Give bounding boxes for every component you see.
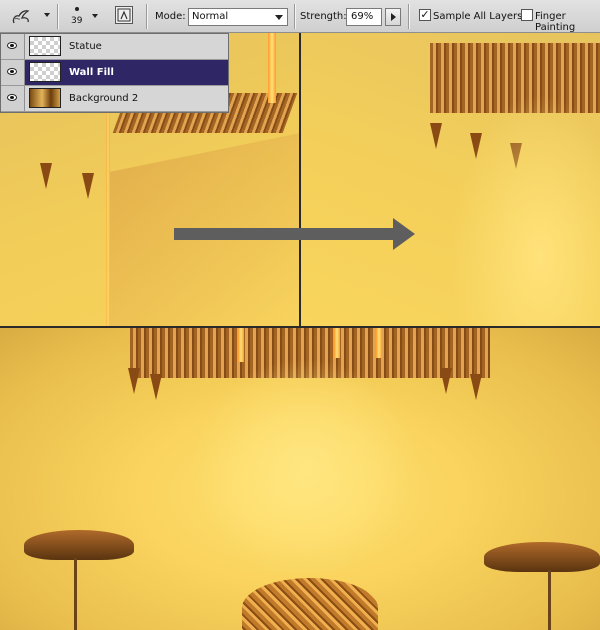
canvas-after	[300, 33, 600, 327]
lamp-glow	[238, 328, 244, 362]
layers-panel: Statue Wall Fill Background 2	[0, 33, 229, 113]
finger-painting-checkbox[interactable]	[521, 9, 533, 21]
mode-value: Normal	[192, 11, 229, 22]
separator	[57, 4, 58, 29]
right-arrow-head	[393, 218, 415, 250]
lamp-bowl-right	[484, 542, 600, 572]
layer-name: Wall Fill	[69, 67, 114, 78]
brush-panel-toggle-button[interactable]	[115, 6, 133, 24]
visibility-toggle[interactable]	[1, 86, 25, 111]
eye-icon	[7, 42, 17, 49]
chevron-down-icon[interactable]	[92, 14, 98, 18]
layer-thumbnail	[29, 88, 61, 108]
ornament-drip	[40, 163, 52, 189]
separator	[294, 4, 295, 29]
strength-slider-button[interactable]	[385, 8, 401, 26]
layer-row-statue[interactable]: Statue	[1, 34, 228, 60]
smoothed-wall	[190, 358, 420, 578]
lamp-stand-right	[548, 570, 551, 630]
strength-label: Strength:	[300, 11, 347, 22]
eye-icon	[7, 94, 17, 101]
layer-thumbnail	[29, 62, 61, 82]
mode-label: Mode:	[155, 11, 186, 22]
tool-preset-picker[interactable]	[6, 6, 50, 26]
chevron-down-icon[interactable]	[44, 13, 50, 17]
visibility-toggle[interactable]	[1, 34, 25, 59]
brush-size: 39	[71, 16, 83, 26]
right-arrow-icon	[174, 228, 396, 240]
separator	[408, 4, 409, 29]
options-bar: 39 Mode: Normal Strength: 69% ✓ Sample A…	[0, 0, 600, 33]
layer-name: Statue	[69, 41, 102, 52]
finger-painting-label[interactable]: Finger Painting	[535, 11, 600, 33]
brush-panel-toggle-icon	[117, 8, 131, 22]
layer-name: Background 2	[69, 93, 139, 104]
sample-all-layers-label[interactable]: Sample All Layers	[433, 11, 522, 22]
strength-input[interactable]: 69%	[346, 8, 382, 26]
statue-dome	[242, 578, 378, 630]
ornament-drip	[440, 368, 452, 394]
ornament-drip	[470, 374, 482, 400]
brush-picker[interactable]: 39	[66, 3, 98, 29]
layer-thumbnail	[29, 36, 61, 56]
smoothed-wall	[450, 93, 600, 327]
visibility-toggle[interactable]	[1, 60, 25, 85]
canvas-result	[0, 328, 600, 630]
lamp-stand-left	[74, 558, 77, 630]
separator	[146, 4, 147, 29]
pillar-edge	[106, 113, 110, 327]
ornament-drip	[82, 173, 94, 199]
layer-row-wall-fill[interactable]: Wall Fill	[1, 60, 228, 86]
ornament-drip	[430, 123, 442, 149]
strength-value: 69%	[351, 11, 374, 22]
divider	[299, 33, 301, 327]
lamp-glow	[376, 328, 382, 358]
ornament-drip	[128, 368, 140, 394]
chevron-down-icon	[271, 9, 287, 25]
eye-icon	[7, 68, 17, 75]
brush-tip-icon	[75, 7, 79, 11]
lamp-bowl-left	[24, 530, 134, 560]
lamp-glow	[268, 33, 276, 103]
lamp-glow	[334, 328, 340, 358]
layer-row-background-2[interactable]: Background 2	[1, 86, 228, 112]
ornament-drip	[150, 374, 162, 400]
mode-select[interactable]: Normal	[188, 8, 288, 26]
sample-all-layers-checkbox[interactable]: ✓	[419, 9, 431, 21]
smudge-finger-icon	[12, 10, 30, 24]
